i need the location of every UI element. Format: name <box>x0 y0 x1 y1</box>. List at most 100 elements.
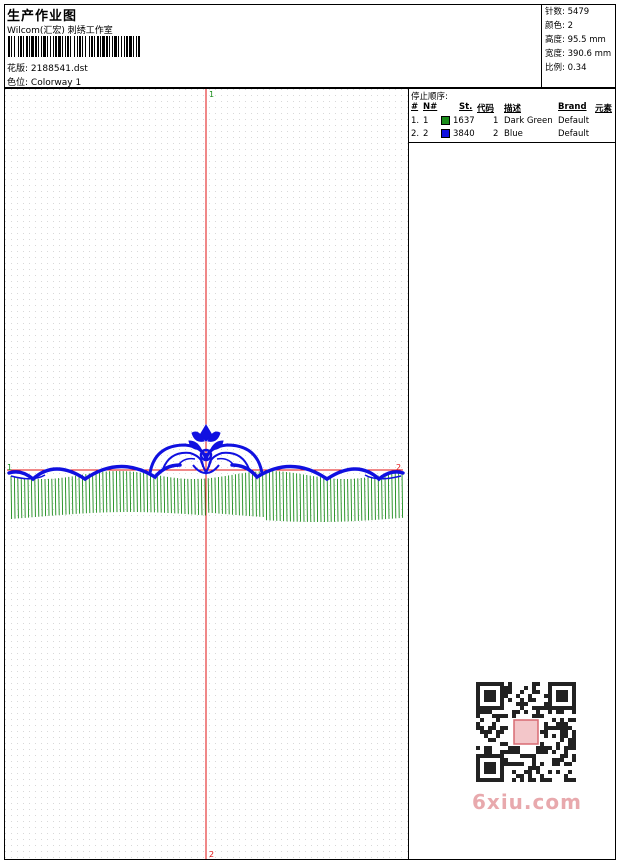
qr-module <box>568 746 572 750</box>
qr-module <box>540 746 544 750</box>
stat-height: 高度: 95.5 mm <box>545 35 606 45</box>
barcode-bar <box>102 36 105 57</box>
qr-module <box>496 730 500 734</box>
fringe-stitch <box>272 471 274 521</box>
qr-module <box>532 758 536 762</box>
qr-code-icon <box>476 682 576 782</box>
qr-module <box>556 742 560 746</box>
qr-module <box>544 702 548 706</box>
design-line: 花版: 2188541.dst <box>7 61 88 74</box>
fringe-stitch <box>136 472 138 513</box>
qr-module <box>544 778 548 782</box>
fringe-stitch <box>109 471 111 513</box>
qr-module <box>572 710 576 714</box>
fringe-stitch <box>217 477 220 514</box>
fringe-stitch <box>387 473 390 519</box>
fringe-stitch <box>126 471 128 513</box>
qr-module <box>488 710 492 714</box>
qr-module <box>520 754 524 758</box>
qr-module <box>528 778 532 782</box>
fringe-stitch <box>296 473 298 522</box>
qr-module <box>500 742 504 746</box>
fringe-stitch <box>17 477 19 519</box>
qr-module <box>564 774 568 778</box>
qr-module <box>504 714 508 718</box>
qr-module <box>516 746 520 750</box>
fringe-stitch <box>170 477 172 514</box>
qr-module <box>480 718 484 722</box>
qr-module <box>540 750 544 754</box>
qr-module <box>572 746 576 750</box>
fringe-stitch <box>268 470 271 521</box>
fringe-stitch <box>153 474 155 513</box>
qr-module <box>556 710 560 714</box>
barcode-bar <box>70 36 71 57</box>
fringe-stitch <box>207 478 210 513</box>
colorway-line: 色位: Colorway 1 <box>7 75 81 88</box>
fringe-stitch <box>143 473 145 513</box>
barcode-icon <box>8 36 140 57</box>
fringe-stitch <box>313 476 315 522</box>
watermark: 6xiu.com <box>470 680 584 815</box>
colorway-value: Colorway 1 <box>30 78 82 88</box>
qr-module <box>524 702 528 706</box>
panel-divider <box>409 142 615 143</box>
row2-stitches: 3840 <box>453 129 475 139</box>
barcode-bar <box>11 36 12 57</box>
watermark-text: 6xiu.com <box>472 790 582 814</box>
qr-module <box>520 690 524 694</box>
qr-module <box>564 746 568 750</box>
qr-module <box>516 774 520 778</box>
fringe-stitch <box>292 472 295 522</box>
qr-module <box>552 758 556 762</box>
fringe-stitch <box>231 474 234 515</box>
fringe-stitch <box>398 472 400 519</box>
qr-module <box>492 722 496 726</box>
qr-module <box>528 766 532 770</box>
fringe-stitch <box>353 478 356 522</box>
qr-module <box>540 778 544 782</box>
row1-brand: Default <box>558 116 590 126</box>
qr-module <box>476 746 480 750</box>
qr-module <box>536 706 540 710</box>
fringe-stitch <box>357 478 359 521</box>
fringe-stitch <box>160 475 162 513</box>
qr-module <box>556 770 560 774</box>
qr-module <box>568 718 572 722</box>
barcode-bar <box>41 36 42 57</box>
row1-description: Dark Green <box>504 116 553 126</box>
qr-module <box>572 758 576 762</box>
qr-module <box>528 770 532 774</box>
qr-module <box>536 714 540 718</box>
fringe-stitch <box>302 474 305 522</box>
fringe-stitch <box>163 476 166 513</box>
qr-module <box>544 706 548 710</box>
fringe-stitch <box>92 473 94 513</box>
fringe-stitch <box>214 477 217 514</box>
fringe-stitch <box>44 478 47 517</box>
fringe-stitch <box>166 476 169 513</box>
qr-module <box>540 742 544 746</box>
qr-module <box>564 778 568 782</box>
fringe-stitch <box>71 476 74 515</box>
barcode-bar <box>89 36 90 57</box>
qr-module <box>568 726 572 730</box>
qr-module <box>488 730 492 734</box>
fringe-stitch <box>377 475 380 520</box>
barcode-bar <box>55 36 57 57</box>
qr-module <box>508 750 512 754</box>
qr-module <box>504 758 508 762</box>
row1-color-swatch <box>441 116 450 125</box>
qr-module <box>560 738 564 742</box>
col-n: N# <box>423 102 438 112</box>
barcode-bar <box>133 36 134 57</box>
barcode-bar <box>8 36 10 57</box>
fringe-stitch <box>173 477 176 514</box>
qr-module <box>504 690 508 694</box>
barcode-bar <box>18 36 19 57</box>
qr-module <box>548 726 552 730</box>
qr-module <box>512 750 516 754</box>
qr-module <box>536 766 540 770</box>
fringe-stitch <box>367 477 370 521</box>
qr-module <box>556 762 560 766</box>
